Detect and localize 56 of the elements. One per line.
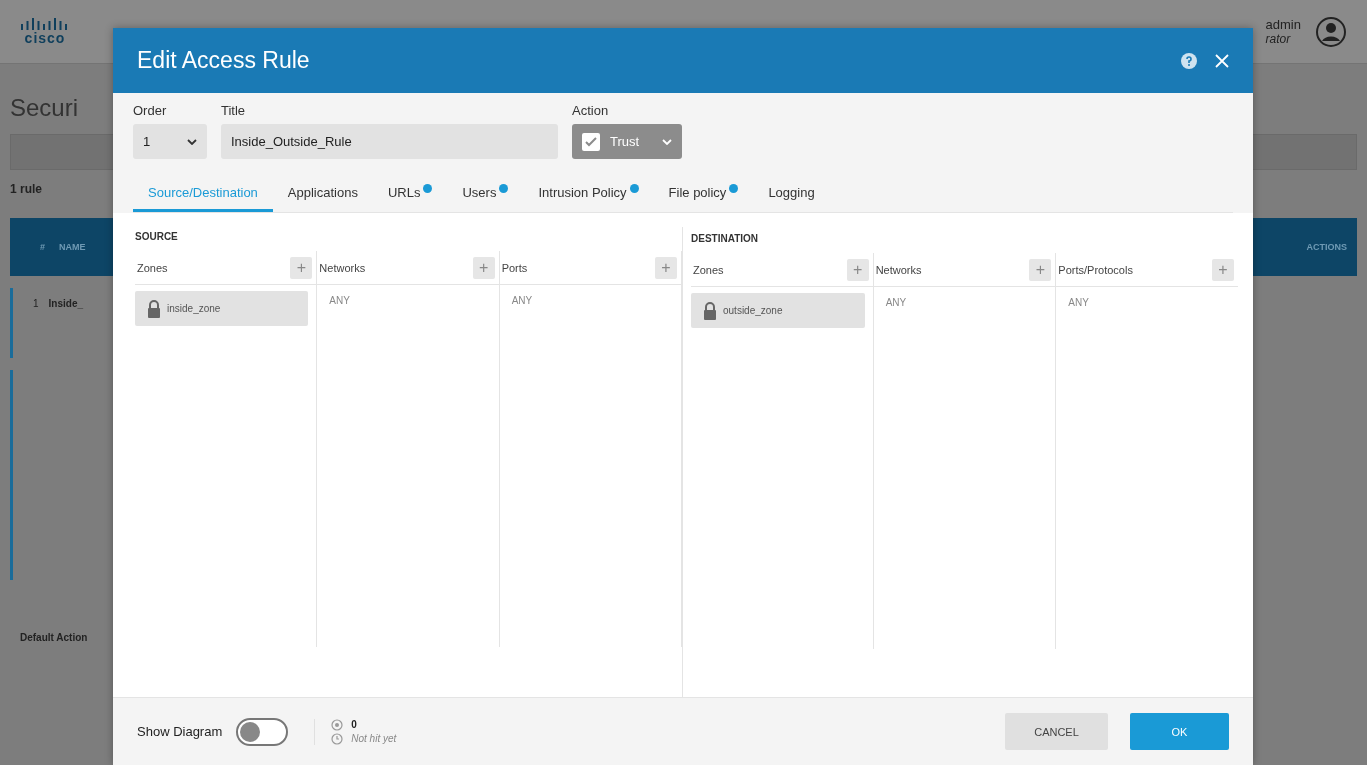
column-label: Ports/Protocols bbox=[1058, 263, 1133, 276]
column-header: # bbox=[40, 242, 45, 252]
page-title: Securi bbox=[10, 94, 79, 122]
tab[interactable]: URLs bbox=[372, 173, 448, 212]
tab[interactable]: File policy bbox=[653, 173, 754, 212]
action-select[interactable]: Trust bbox=[572, 124, 682, 159]
ok-button[interactable]: OK bbox=[1130, 713, 1229, 750]
field-label: Action bbox=[572, 103, 610, 118]
zone-chip[interactable]: inside_zone bbox=[135, 291, 309, 326]
table-cell-text: 1 bbox=[33, 298, 39, 311]
toggle-label: Show Diagram bbox=[137, 724, 223, 739]
table-cell-text: Inside_ bbox=[48, 298, 84, 311]
lock-icon bbox=[147, 299, 161, 318]
zone-name: outside_zone bbox=[723, 305, 783, 316]
any-value: ANY bbox=[884, 296, 908, 308]
column-label: Zones bbox=[137, 261, 168, 274]
section-title: SOURCE bbox=[135, 230, 179, 244]
zone-chip[interactable]: outside_zone bbox=[691, 293, 865, 328]
target-icon bbox=[331, 718, 344, 731]
user-name: admin bbox=[1265, 17, 1301, 32]
caret-icon bbox=[662, 138, 672, 145]
column-label: Networks bbox=[319, 261, 366, 274]
column-label: Zones bbox=[693, 263, 724, 276]
zone-name: inside_zone bbox=[167, 303, 221, 314]
lock-icon bbox=[703, 301, 717, 320]
tab[interactable]: Users bbox=[447, 173, 524, 212]
tab[interactable]: Applications bbox=[272, 173, 373, 212]
diagram-toggle[interactable] bbox=[236, 717, 289, 746]
column-label: Networks bbox=[875, 263, 922, 276]
last-hit: Not hit yet bbox=[351, 733, 397, 744]
title-field[interactable]: Inside_Outside_Rule bbox=[221, 124, 558, 159]
default-action-label: Default Action bbox=[20, 632, 88, 643]
any-value: ANY bbox=[328, 294, 351, 306]
column-header: NAME bbox=[59, 242, 86, 252]
dialog-title: Edit Access Rule bbox=[137, 47, 310, 74]
tab[interactable]: Logging bbox=[753, 173, 830, 212]
user-avatar-icon[interactable] bbox=[1315, 15, 1347, 48]
help-icon[interactable] bbox=[1181, 52, 1197, 69]
field-label: Order bbox=[133, 103, 168, 118]
column-label: Ports bbox=[501, 261, 528, 274]
any-value: ANY bbox=[510, 294, 534, 306]
section-title: DESTINATION bbox=[691, 232, 760, 246]
hit-count: 0 bbox=[351, 719, 357, 730]
field-label: Title bbox=[221, 103, 247, 118]
close-icon[interactable] bbox=[1215, 53, 1229, 68]
any-value: ANY bbox=[1067, 296, 1090, 308]
logo-text: cisco bbox=[24, 29, 66, 46]
cancel-button[interactable]: CANCEL bbox=[1005, 713, 1108, 750]
caret-icon bbox=[187, 138, 197, 145]
column-header: ACTIONS bbox=[1306, 242, 1347, 252]
tab[interactable]: Intrusion Policy bbox=[523, 173, 654, 212]
clock-icon bbox=[331, 732, 344, 745]
order-select[interactable]: 1 bbox=[133, 124, 207, 159]
logo-bars-icon bbox=[20, 17, 70, 30]
user-role: rator bbox=[1265, 32, 1292, 46]
rule-count: 1 rule bbox=[10, 182, 42, 196]
